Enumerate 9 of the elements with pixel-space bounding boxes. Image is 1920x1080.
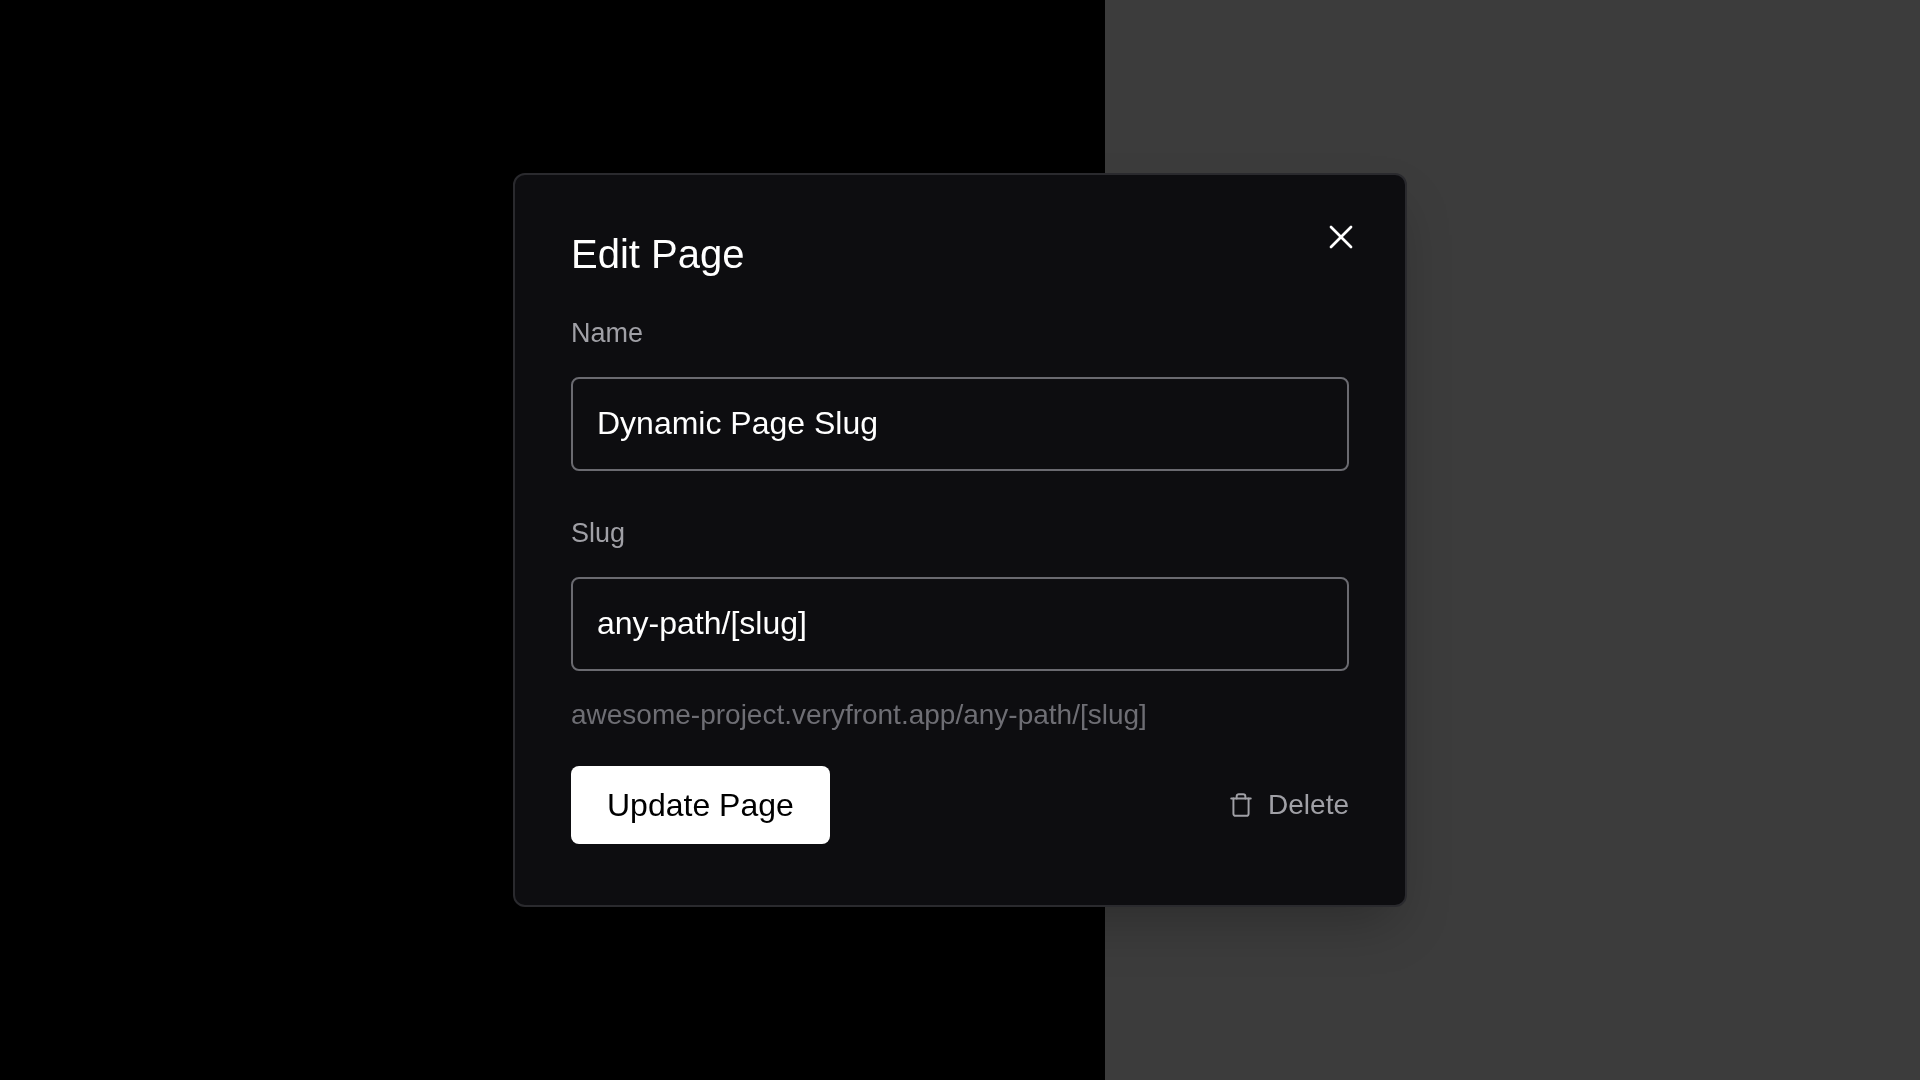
input-field[interactable]: Dynamic Page Slug	[571, 376, 1349, 471]
input-field[interactable]: any-path/[slug]	[571, 576, 1349, 671]
field-label: Name	[571, 317, 644, 350]
dialog-title: Edit Page	[571, 231, 746, 278]
delete-button[interactable]: Delete	[1228, 783, 1349, 826]
update-page-button[interactable]: Update Page	[571, 765, 830, 844]
url-preview: awesome-project.veryfront.app/any-path/[slug]	[571, 697, 1147, 732]
field-label: Slug	[571, 516, 626, 550]
trash-icon	[1228, 791, 1255, 818]
